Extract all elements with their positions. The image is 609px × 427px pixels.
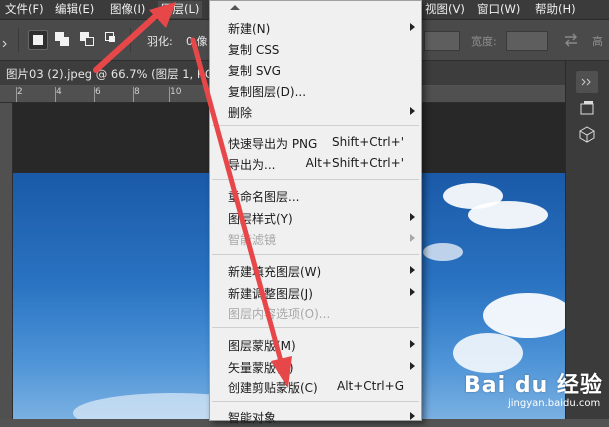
baidu-watermark: Bai du 经验 jingyan.baidu.com [464,363,609,419]
menu-separator [212,327,419,328]
menu-item-create-clipping-mask[interactable]: 创建剪贴蒙版(C) Alt+Ctrl+G [210,376,421,397]
menu-item-label: 智能对象 [228,411,277,425]
ruler-tick [169,87,170,102]
vertical-ruler [0,103,13,419]
menu-item-shortcut: Shift+Ctrl+' [331,135,404,149]
menu-layer[interactable]: 图层(L) [158,1,203,18]
separator [130,28,131,52]
menu-item-label: 复制图层(D)... [228,85,307,99]
submenu-arrow-icon [410,288,415,296]
submenu-arrow-icon [410,213,415,221]
menu-item-export-as[interactable]: 导出为... Alt+Shift+Ctrl+' [210,153,421,174]
ruler-label: 2 [17,87,23,97]
menu-item-label: 新建调整图层(J) [228,287,313,301]
feather-label: 羽化: [147,35,173,48]
menu-edit[interactable]: 编辑(E) [52,1,97,18]
menu-item-label: 重命名图层... [228,190,300,204]
ruler-tick [94,87,95,102]
menu-item-label: 图层蒙版(M) [228,339,296,353]
menu-item-delete[interactable]: 删除 [210,101,421,122]
square-icon [109,36,115,42]
square-icon [60,37,69,46]
menu-item-new[interactable]: 新建(N) [210,17,421,38]
swap-icon[interactable] [562,31,580,49]
submenu-arrow-icon [410,107,415,115]
menu-item-label: 删除 [228,106,253,120]
menu-item-copy-css[interactable]: 复制 CSS [210,38,421,59]
cloud [468,201,548,229]
watermark-brand: Bai du 经验 [464,373,603,398]
width-label: 宽度: [471,35,497,48]
feather-input[interactable]: 0 像 [186,33,208,49]
menu-item-smart-filter: 智能滤镜 [210,228,421,249]
menu-item-label: 创建剪贴蒙版(C) [228,381,318,395]
menu-item-shortcut: Alt+Shift+Ctrl+' [305,156,404,170]
watermark-site: jingyan.baidu.com [508,398,601,409]
menu-item-rename-layer[interactable]: 重命名图层... [210,185,421,206]
square-icon [33,35,43,45]
menu-item-label: 智能滤镜 [228,233,277,247]
ruler-tick [16,87,17,102]
cloud [423,243,463,261]
menu-image[interactable]: 图像(I) [107,1,148,18]
menu-separator [212,179,419,180]
subtract-from-selection-button[interactable] [78,30,96,48]
menu-item-layer-style[interactable]: 图层样式(Y) [210,207,421,228]
separator [18,28,19,52]
menu-item-label: 复制 SVG [228,64,281,78]
menu-item-label: 快速导出为 PNG [228,137,318,151]
menu-item-copy-svg[interactable]: 复制 SVG [210,59,421,80]
style-select[interactable] [424,31,460,51]
submenu-arrow-icon [410,362,415,370]
menu-item-label: 图层样式(Y) [228,212,293,226]
menu-view[interactable]: 视图(V) [422,1,468,18]
tool-preset-chevron-icon[interactable] [2,36,8,48]
menu-item-new-fill-layer[interactable]: 新建填充图层(W) [210,260,421,281]
menu-item-label: 图层内容选项(O)... [228,307,331,321]
square-outline-icon [85,37,94,46]
menu-separator [212,401,419,402]
menu-item-label: 复制 CSS [228,43,280,57]
menu-item-layer-mask[interactable]: 图层蒙版(M) [210,334,421,355]
ruler-label: 10 [170,87,182,97]
3d-cube-icon[interactable] [576,123,598,145]
scroll-up-icon[interactable] [230,5,240,10]
menu-item-layer-content-options: 图层内容选项(O)... [210,302,421,323]
submenu-arrow-icon [410,234,415,242]
ruler-label: 8 [134,87,140,97]
menu-help[interactable]: 帮助(H) [532,1,579,18]
ruler-label: 4 [56,87,62,97]
menu-item-vector-mask[interactable]: 矢量蒙版(V) [210,356,421,377]
submenu-arrow-icon [410,340,415,348]
menu-item-label: 矢量蒙版(V) [228,361,294,375]
menu-separator [212,125,419,126]
collapse-panels-icon[interactable] [576,71,598,93]
menu-item-new-adjustment-layer[interactable]: 新建调整图层(J) [210,282,421,303]
ruler-tick [55,87,56,102]
menu-window[interactable]: 窗口(W) [474,1,523,18]
submenu-arrow-icon [410,23,415,31]
intersect-selection-button[interactable] [103,30,121,48]
new-selection-button[interactable] [28,30,48,50]
cloud [483,293,565,338]
document-title: 图片03 (2).jpeg @ 66.7% (图层 1, RG [6,67,214,81]
menu-file[interactable]: 文件(F) [2,1,47,18]
menu-item-smart-object[interactable]: 智能对象 [210,406,421,427]
ruler-tick [133,87,134,102]
layer-dropdown-menu: 新建(N) 复制 CSS 复制 SVG 复制图层(D)... 删除 快速导出为 … [209,0,422,425]
menu-item-label: 新建(N) [228,22,271,36]
add-to-selection-button[interactable] [53,30,71,48]
ruler-label: 6 [95,87,101,97]
menu-item-label: 导出为... [228,158,276,172]
submenu-arrow-icon [410,266,415,274]
menu-item-quick-export-png[interactable]: 快速导出为 PNG Shift+Ctrl+' [210,132,421,153]
height-label-partial: 高 [592,35,603,48]
menu-item-duplicate-layer[interactable]: 复制图层(D)... [210,80,421,101]
width-input[interactable] [506,31,548,51]
history-icon[interactable] [576,97,598,119]
menu-item-label: 新建填充图层(W) [228,265,322,279]
menu-separator [212,254,419,255]
menu-item-shortcut: Alt+Ctrl+G [336,379,404,393]
